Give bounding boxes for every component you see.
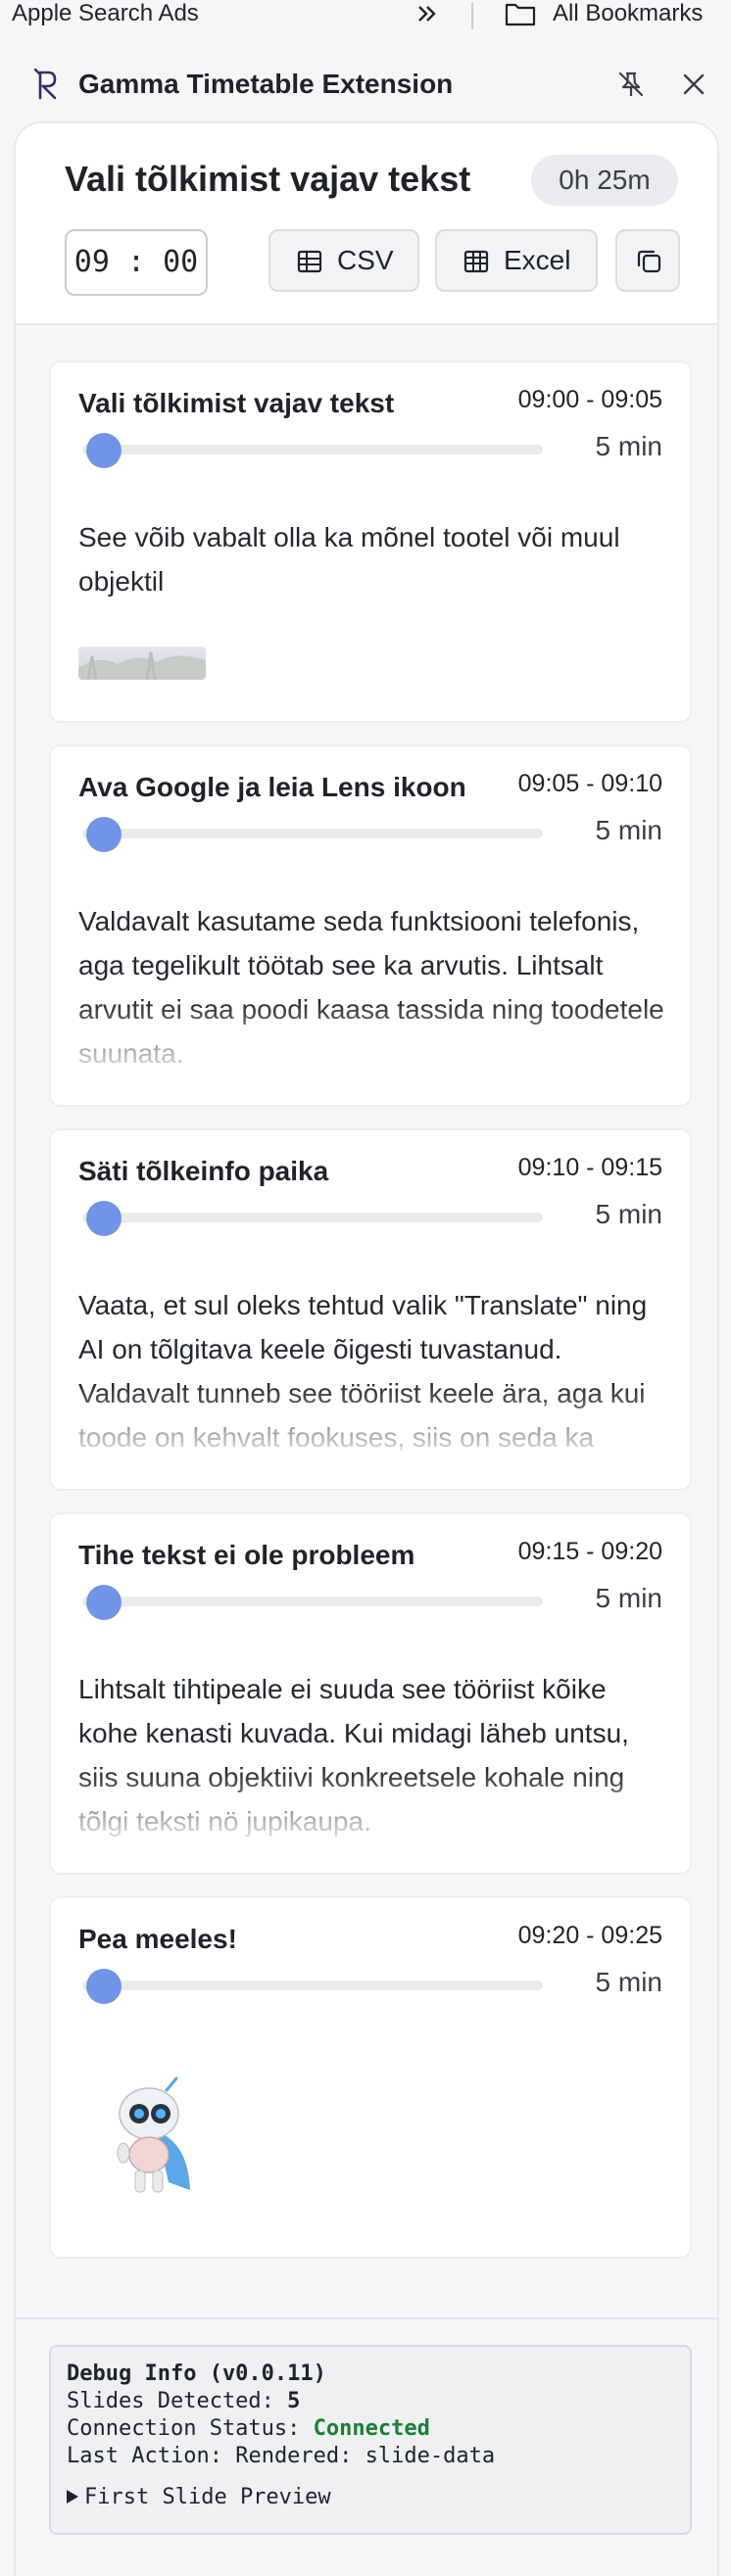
bookmarks-separator (471, 2, 473, 29)
duration-slider-handle[interactable] (86, 1585, 122, 1620)
first-slide-preview-label: First Slide Preview (84, 2485, 331, 2509)
duration-slider-handle[interactable] (86, 1201, 122, 1236)
slide-time-range: 09:20 - 09:25 (517, 1922, 662, 1949)
gamma-logo-icon (33, 68, 57, 100)
robot-mascot-image (117, 2076, 190, 2193)
table-icon (297, 250, 322, 273)
connection-status-value: Connected (313, 2416, 430, 2441)
panel-toolbar: Vali tõlkimist vajav tekst 0h 25m 09 : 0… (16, 123, 717, 325)
extension-title: Gamma Timetable Extension (78, 69, 454, 99)
slide-image-thumbnail (78, 646, 206, 680)
export-excel-label: Excel (504, 245, 571, 275)
duration-slider-handle[interactable] (86, 817, 122, 852)
slide-title: Pea meeles! (78, 1924, 237, 1954)
start-time-input[interactable]: 09 : 00 (65, 229, 208, 296)
duration-slider-track[interactable] (82, 1213, 543, 1222)
slide-time-range: 09:10 - 09:15 (517, 1154, 662, 1181)
slide-card: Tihe tekst ei ole probleem 09:15 - 09:20… (49, 1512, 692, 1875)
debug-action-value: Rendered: slide-data (235, 2444, 496, 2468)
text-fade-overlay (51, 1769, 690, 1867)
copy-icon (637, 250, 661, 273)
slide-duration: 5 min (595, 1583, 662, 1613)
debug-action-row: Last Action: Rendered: slide-data (67, 2443, 674, 2470)
slide-time-range: 09:15 - 09:20 (517, 1538, 662, 1565)
timetable-panel: Vali tõlkimist vajav tekst 0h 25m 09 : 0… (14, 121, 719, 2576)
duration-slider-track[interactable] (82, 1597, 543, 1606)
duration-slider-handle[interactable] (86, 1969, 122, 2004)
debug-slides-row: Slides Detected: 5 (67, 2388, 674, 2415)
export-csv-label: CSV (337, 245, 394, 275)
debug-status-row: Connection Status: Connected (67, 2415, 674, 2443)
debug-divider (16, 2317, 717, 2319)
disclosure-triangle-icon (67, 2490, 78, 2504)
slide-duration: 5 min (595, 1199, 662, 1229)
bookmark-all-bookmarks[interactable]: All Bookmarks (553, 0, 703, 27)
slide-time-range: 09:00 - 09:05 (517, 386, 662, 413)
slide-notes: See võib vabalt olla ka mõnel tootel või… (78, 522, 620, 596)
duration-slider-track[interactable] (82, 829, 543, 838)
spreadsheet-icon (463, 250, 489, 273)
bookmark-apple-search-ads[interactable]: Apple Search Ads (12, 0, 199, 27)
debug-slides-label: Slides Detected: (67, 2389, 274, 2413)
slide-duration: 5 min (595, 815, 662, 845)
slide-title: Tihe tekst ei ole probleem (78, 1540, 415, 1570)
close-icon[interactable] (678, 69, 709, 100)
text-fade-overlay (51, 1385, 690, 1483)
slide-duration: 5 min (595, 431, 662, 461)
copy-button[interactable] (615, 229, 680, 292)
slide-card: Säti tõlkeinfo paika 09:10 - 09:15 5 min… (49, 1128, 692, 1491)
slide-title: Säti tõlkeinfo paika (78, 1156, 329, 1186)
slide-time-range: 09:05 - 09:10 (517, 770, 662, 797)
debug-title: Debug Info (v0.0.11) (67, 2361, 326, 2386)
slide-card: Ava Google ja leia Lens ikoon 09:05 - 09… (49, 744, 692, 1107)
duration-slider-track[interactable] (82, 445, 543, 454)
debug-info-panel: Debug Info (v0.0.11) Slides Detected: 5 … (49, 2345, 692, 2535)
unpin-icon[interactable] (615, 69, 647, 100)
slide-title: Vali tõlkimist vajav tekst (78, 388, 395, 418)
duration-slider-track[interactable] (82, 1980, 543, 1990)
extension-header: Gamma Timetable Extension (0, 57, 731, 112)
folder-icon (505, 3, 536, 26)
slide-card: Vali tõlkimist vajav tekst 09:00 - 09:05… (49, 360, 692, 723)
duration-slider-handle[interactable] (86, 433, 122, 468)
total-duration-badge: 0h 25m (531, 155, 678, 206)
export-excel-button[interactable]: Excel (435, 229, 598, 292)
double-chevron-right-icon[interactable] (414, 2, 440, 25)
debug-slides-value: 5 (287, 2389, 301, 2413)
first-slide-preview-toggle[interactable]: First Slide Preview (67, 2484, 674, 2511)
slide-card: Pea meeles! 09:20 - 09:25 5 min (49, 1896, 692, 2259)
bookmarks-bar: Apple Search Ads All Bookmarks (0, 0, 731, 31)
text-fade-overlay (51, 1001, 690, 1099)
slide-duration: 5 min (595, 1967, 662, 1997)
page-title: Vali tõlkimist vajav tekst (65, 159, 471, 199)
debug-status-label: Connection Status: (67, 2416, 301, 2441)
slide-title: Ava Google ja leia Lens ikoon (78, 772, 466, 802)
debug-action-label: Last Action: (67, 2444, 222, 2468)
export-csv-button[interactable]: CSV (268, 229, 419, 292)
